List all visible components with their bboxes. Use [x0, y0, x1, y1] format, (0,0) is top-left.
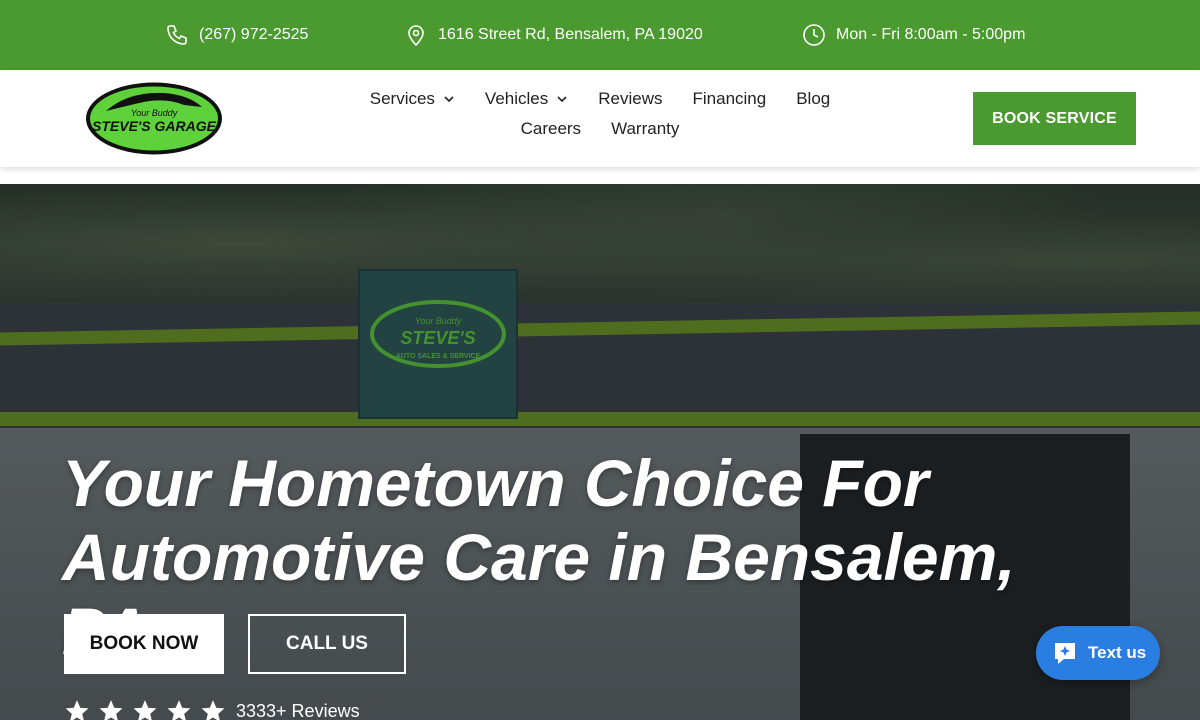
address-contact[interactable]: 1616 Street Rd, Bensalem, PA 19020 [404, 0, 703, 70]
call-us-button[interactable]: CALL US [248, 614, 406, 674]
nav-item-reviews[interactable]: Reviews [583, 88, 677, 110]
phone-contact[interactable]: (267) 972-2525 [165, 0, 308, 70]
address-text[interactable]: 1616 Street Rd, Bensalem, PA 19020 [438, 26, 703, 44]
nav-item-vehicles[interactable]: Vehicles [470, 88, 583, 110]
svg-text:Your Buddy: Your Buddy [131, 108, 178, 118]
clock-icon [803, 24, 825, 46]
nav-item-careers[interactable]: Careers [506, 118, 596, 140]
map-pin-icon [408, 25, 424, 47]
star-icon [65, 700, 89, 720]
nav-item-warranty[interactable]: Warranty [596, 118, 694, 140]
steves-garage-logo[interactable]: Your Buddy STEVE'S GARAGE [84, 81, 224, 156]
phone-icon [167, 25, 187, 45]
chevron-down-icon [444, 96, 454, 103]
main-navigation: Your Buddy STEVE'S GARAGE Services Vehic… [0, 70, 1200, 167]
chevron-down-icon [557, 96, 567, 103]
nav-spacer [0, 167, 1200, 184]
hours-info: Mon - Fri 8:00am - 5:00pm [802, 0, 1025, 70]
book-service-button[interactable]: BOOK SERVICE [973, 92, 1136, 145]
star-icon [201, 700, 225, 720]
nav-menu: Services Vehicles Reviews Financing Blog… [310, 88, 890, 140]
hours-text: Mon - Fri 8:00am - 5:00pm [836, 26, 1026, 43]
nav-item-services[interactable]: Services [355, 88, 470, 110]
phone-number[interactable]: (267) 972-2525 [199, 26, 308, 44]
hero-headline-line1: Your Hometown Choice For [62, 446, 929, 520]
nav-item-blog[interactable]: Blog [781, 88, 845, 110]
review-rating[interactable]: 3333+ Reviews [64, 698, 360, 720]
text-us-label: Text us [1088, 643, 1147, 662]
star-rating [64, 698, 234, 720]
top-info-bar: (267) 972-2525 1616 Street Rd, Bensalem,… [0, 0, 1200, 70]
svg-text:STEVE'S GARAGE: STEVE'S GARAGE [92, 118, 217, 134]
book-now-button[interactable]: BOOK NOW [64, 614, 224, 674]
chat-bubble-icon [1055, 643, 1075, 664]
reviews-count[interactable]: 3333+ Reviews [236, 701, 360, 720]
star-icon [133, 700, 157, 720]
hero-section: Your Buddy STEVE'S AUTO SALES & SERVICE … [0, 184, 1200, 720]
nav-item-financing[interactable]: Financing [678, 88, 782, 110]
text-us-chat-button[interactable]: Text us [1036, 626, 1160, 680]
star-icon [99, 700, 123, 720]
star-icon [167, 700, 191, 720]
